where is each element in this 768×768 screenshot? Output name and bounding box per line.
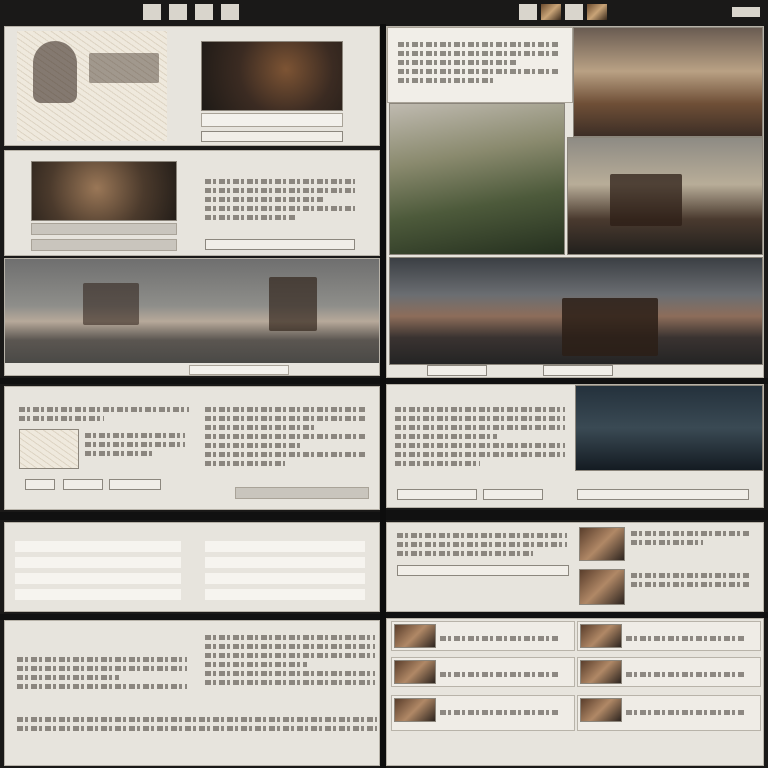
body-text — [17, 657, 187, 693]
row-thumbnail — [394, 660, 436, 684]
text-field[interactable] — [15, 541, 181, 552]
row-thumbnail — [394, 624, 436, 648]
caption-bar — [189, 365, 289, 375]
text-box — [387, 27, 573, 103]
panel-top-left — [4, 26, 380, 146]
body-text — [205, 407, 365, 470]
header-control-icon[interactable] — [732, 7, 760, 17]
text-field[interactable] — [205, 573, 365, 584]
panel-list-right — [386, 522, 764, 612]
header-glyph — [195, 4, 213, 20]
panel-button[interactable] — [205, 239, 355, 250]
panel-button[interactable] — [25, 479, 55, 490]
body-text — [205, 635, 375, 689]
header-glyph — [565, 4, 583, 20]
panel-text-left — [4, 620, 380, 766]
panel-button[interactable] — [63, 479, 103, 490]
list-item[interactable] — [391, 695, 575, 731]
panel-wide-left — [4, 258, 380, 376]
row-thumbnail — [394, 698, 436, 722]
ruin-illustration-icon[interactable] — [389, 257, 763, 365]
text-field[interactable] — [205, 589, 365, 600]
body-text — [17, 717, 377, 735]
body-text — [397, 533, 567, 560]
header-glyph — [169, 4, 187, 20]
text-field[interactable] — [15, 573, 181, 584]
header-thumbnail-icon — [541, 4, 561, 20]
list-item[interactable] — [391, 657, 575, 687]
row-thumbnail — [580, 698, 622, 722]
body-text — [205, 179, 355, 224]
ruin-illustration-icon[interactable] — [5, 259, 379, 363]
row-thumbnail[interactable] — [579, 527, 625, 561]
caption-bar — [31, 223, 177, 235]
text-field[interactable] — [15, 589, 181, 600]
row-thumbnail[interactable] — [579, 569, 625, 605]
text-field[interactable] — [205, 541, 365, 552]
panel-middle-left — [4, 150, 380, 256]
panel-info-left — [4, 386, 380, 510]
ship-illustration-icon[interactable] — [567, 137, 763, 255]
list-item[interactable] — [577, 695, 761, 731]
caption-bar — [201, 113, 343, 127]
row-thumbnail — [580, 660, 622, 684]
panel-gallery-right — [386, 26, 764, 378]
panel-button[interactable] — [543, 365, 613, 376]
header-thumbnail-icon — [587, 4, 607, 20]
right-header — [386, 0, 768, 24]
night-illustration[interactable] — [575, 385, 763, 471]
panel-button[interactable] — [427, 365, 487, 376]
panel-rows-right — [386, 618, 764, 766]
header-glyph — [519, 4, 537, 20]
caption-bar — [235, 487, 369, 499]
body-text — [631, 531, 751, 549]
sketch-thumbnail[interactable] — [19, 429, 79, 469]
row-thumbnail — [580, 624, 622, 648]
panel-button[interactable] — [201, 131, 343, 142]
list-item[interactable] — [391, 621, 575, 651]
panel-info-right — [386, 384, 764, 508]
caption-bar — [31, 239, 177, 251]
list-item[interactable] — [577, 621, 761, 651]
body-text — [631, 573, 751, 591]
panel-button[interactable] — [483, 489, 543, 500]
text-field[interactable] — [205, 557, 365, 568]
left-header — [0, 0, 382, 24]
header-glyph — [143, 4, 161, 20]
body-text — [85, 433, 185, 460]
scene-illustration[interactable] — [31, 161, 177, 221]
portrait-sketch-icon — [17, 31, 167, 141]
panel-button[interactable] — [109, 479, 161, 490]
panel-button[interactable] — [397, 489, 477, 500]
panel-form-left — [4, 522, 380, 612]
header-glyph — [221, 4, 239, 20]
panel-button[interactable] — [577, 489, 749, 500]
tree-illustration[interactable] — [573, 27, 763, 137]
body-text — [395, 407, 565, 470]
body-text — [19, 407, 189, 425]
forest-illustration[interactable] — [389, 103, 565, 255]
panel-button[interactable] — [397, 565, 569, 576]
text-field[interactable] — [15, 557, 181, 568]
list-item[interactable] — [577, 657, 761, 687]
scene-illustration[interactable] — [201, 41, 343, 111]
